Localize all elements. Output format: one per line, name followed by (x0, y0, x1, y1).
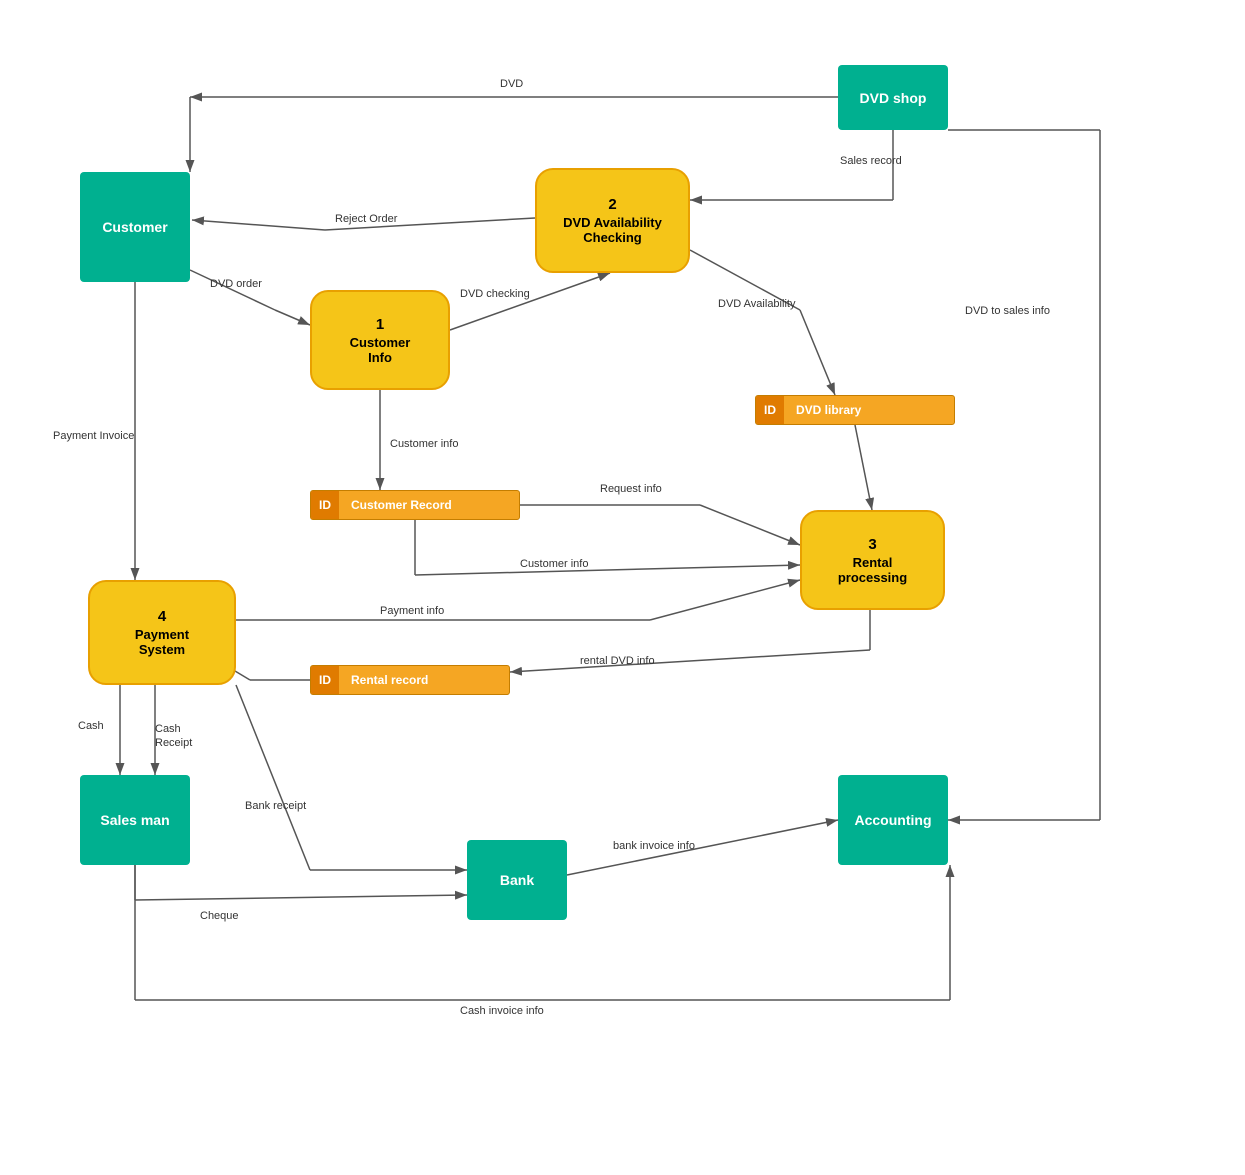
p1-label: Customer Info (350, 335, 411, 365)
process-4: 4 Payment System (88, 580, 236, 685)
dvd-shop-label: DVD shop (860, 90, 927, 106)
bank-label: Bank (500, 872, 534, 888)
process-3: 3 Rental processing (800, 510, 945, 610)
customer-record-store: ID Customer Record (310, 490, 520, 520)
customer-record-label: Customer Record (339, 498, 464, 512)
bank-entity: Bank (467, 840, 567, 920)
label-dvd-to-sales-info: DVD to sales info (965, 305, 1050, 317)
p3-label: Rental processing (838, 555, 907, 585)
label-sales-record: Sales record (840, 155, 902, 167)
dvd-library-id: ID (756, 396, 784, 424)
accounting-entity: Accounting (838, 775, 948, 865)
label-bank-invoice-info: bank invoice info (613, 840, 695, 852)
label-bank-receipt: Bank receipt (245, 800, 306, 812)
rental-record-store: ID Rental record (310, 665, 510, 695)
label-customer-info-2: Customer info (520, 558, 588, 570)
label-payment-invoice: Payment Invoice (53, 430, 134, 442)
p1-num: 1 (376, 316, 384, 333)
label-rental-dvd-info: rental DVD info (580, 655, 655, 667)
diagram: DVD shop Customer Sales man Bank Account… (0, 0, 1245, 1175)
process-1: 1 Customer Info (310, 290, 450, 390)
dvd-shop-entity: DVD shop (838, 65, 948, 130)
salesman-label: Sales man (100, 812, 169, 828)
p4-label: Payment System (135, 627, 189, 657)
rental-record-label: Rental record (339, 673, 440, 687)
label-dvd-order: DVD order (210, 278, 262, 290)
label-dvd: DVD (500, 78, 523, 90)
label-dvd-availability: DVD Availability (718, 298, 795, 310)
customer-record-id: ID (311, 491, 339, 519)
p3-num: 3 (868, 536, 876, 553)
accounting-label: Accounting (855, 812, 932, 828)
rental-record-id: ID (311, 666, 339, 694)
p2-num: 2 (608, 196, 616, 213)
process-2: 2 DVD Availability Checking (535, 168, 690, 273)
label-reject-order: Reject Order (335, 213, 397, 225)
salesman-entity: Sales man (80, 775, 190, 865)
label-cash-invoice-info: Cash invoice info (460, 1005, 544, 1017)
p4-num: 4 (158, 608, 166, 625)
label-payment-info: Payment info (380, 605, 444, 617)
dvd-library-label: DVD library (784, 403, 873, 417)
label-cheque: Cheque (200, 910, 239, 922)
dvd-library-store: ID DVD library (755, 395, 955, 425)
label-cash: Cash (78, 720, 104, 732)
customer-label: Customer (102, 219, 167, 235)
label-dvd-checking: DVD checking (460, 288, 530, 300)
p2-label: DVD Availability Checking (563, 215, 662, 245)
label-cash-receipt: Cash Receipt (155, 722, 192, 751)
customer-entity: Customer (80, 172, 190, 282)
label-customer-info-1: Customer info (390, 438, 458, 450)
label-request-info: Request info (600, 483, 662, 495)
